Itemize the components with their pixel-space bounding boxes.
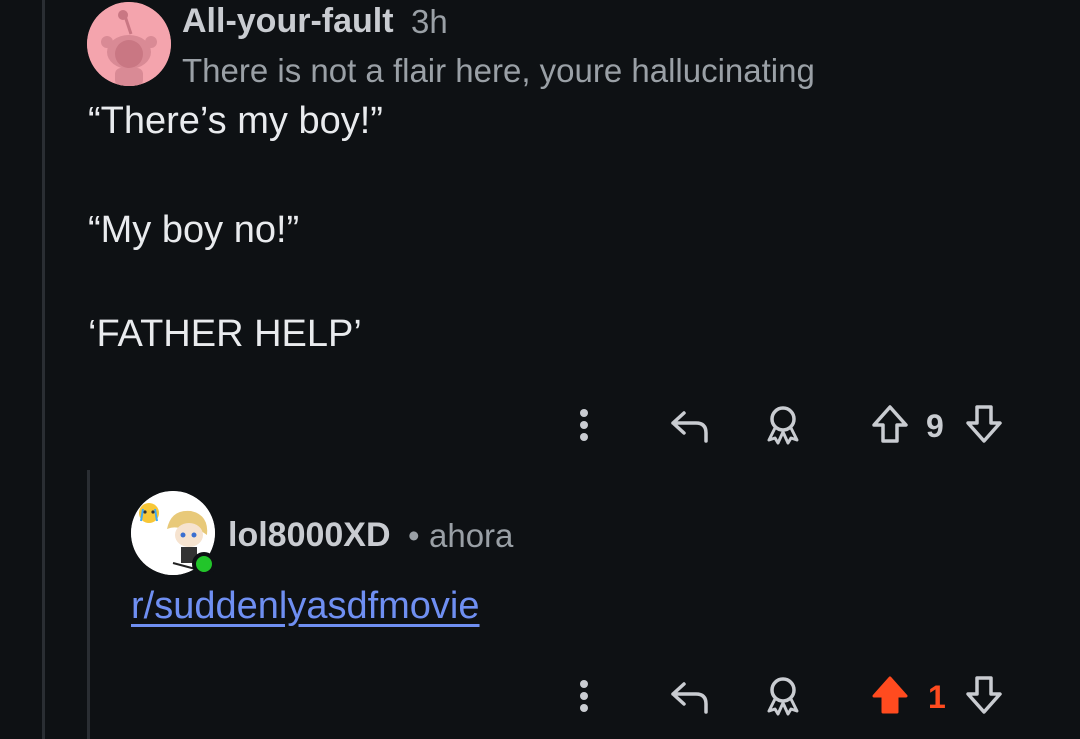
comment-body-line: “There’s my boy!” [88,100,383,142]
downvote-icon[interactable] [964,674,1004,721]
vote-score: 1 [928,679,946,715]
reply-icon[interactable] [668,405,710,450]
award-icon[interactable] [763,675,803,722]
comment-time: 3h [411,3,448,40]
vote-score: 9 [926,408,944,444]
meta-separator: • [408,517,420,554]
avatar[interactable] [87,2,171,86]
user-flair: There is not a flair here, youre halluci… [182,52,815,89]
thread-line[interactable] [42,0,45,739]
comment-body-line: “My boy no!” [88,209,300,251]
upvote-icon[interactable] [870,403,910,450]
more-vertical-icon[interactable] [572,405,596,450]
upvote-icon-active[interactable] [870,674,910,721]
thread-line-nested[interactable] [87,470,90,739]
comment-author[interactable]: All-your-fault [182,2,394,41]
more-vertical-icon[interactable] [572,676,596,721]
comment-author[interactable]: lol8000XD [228,516,391,555]
subreddit-link[interactable]: r/suddenlyasdfmovie [131,585,480,628]
downvote-icon[interactable] [964,403,1004,450]
reply-icon[interactable] [668,676,710,721]
comment-time: ahora [429,517,514,554]
award-icon[interactable] [763,404,803,451]
comment-body-line: ‘FATHER HELP’ [88,313,362,355]
online-status-icon [192,552,216,576]
